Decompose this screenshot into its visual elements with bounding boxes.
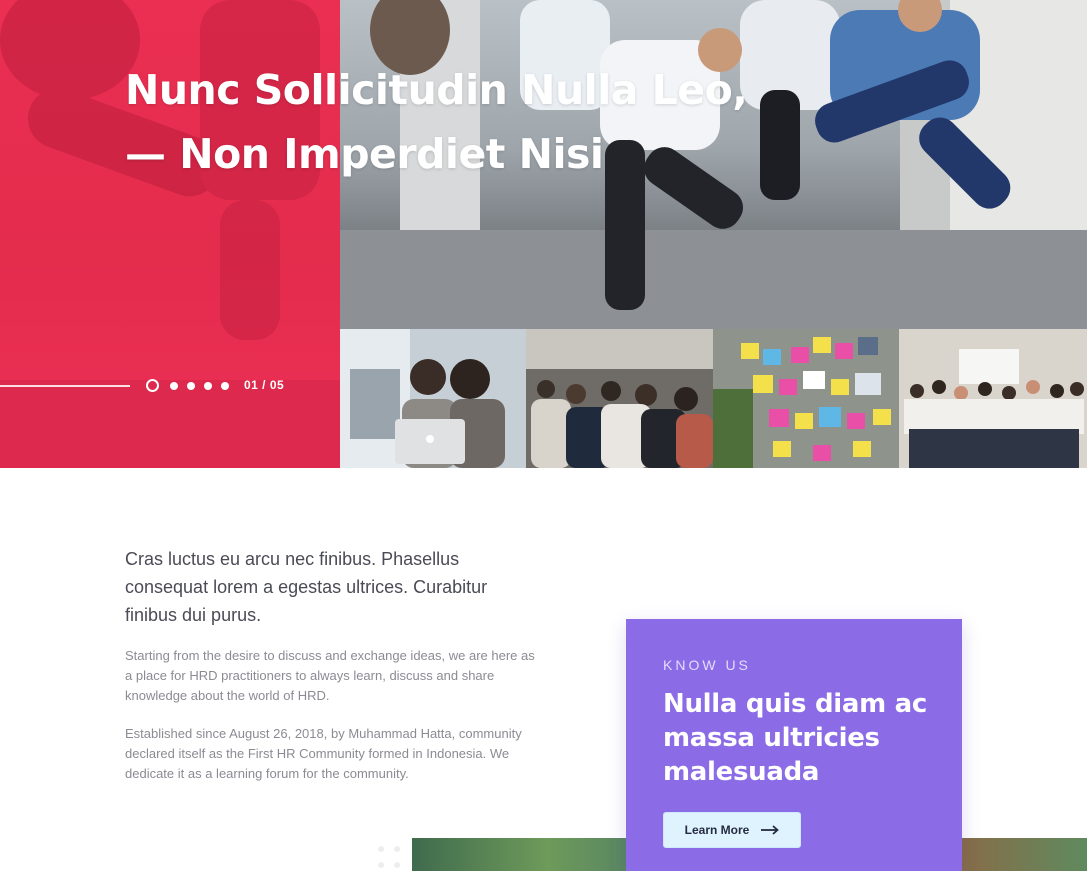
card-heading: Nulla quis diam ac massa ultricies males… — [663, 689, 928, 787]
thumbnail-seated-audience[interactable] — [526, 329, 713, 468]
hero-section: Nunc Sollicitudin Nulla Leo, — Non Imper… — [0, 0, 1087, 468]
arrow-right-icon — [761, 825, 780, 835]
hero-title-line2: — Non Imperdiet Nisi — [125, 130, 604, 178]
thumbnail-group-photo[interactable] — [899, 329, 1087, 468]
slider-dots — [146, 379, 229, 392]
card-eyebrow: KNOW US — [663, 657, 751, 673]
slider-dot-2[interactable] — [170, 381, 178, 390]
thumbnail-strip — [340, 329, 1087, 468]
slider-dot-4[interactable] — [204, 381, 212, 390]
slider-dot-5[interactable] — [221, 381, 229, 390]
hero-title: Nunc Sollicitudin Nulla Leo, — Non Imper… — [125, 58, 748, 186]
intro-paragraph-2: Established since August 26, 2018, by Mu… — [125, 726, 522, 781]
thumbnail-women-with-laptop[interactable] — [340, 329, 526, 468]
thumbnail-sticky-notes-board[interactable] — [713, 329, 899, 468]
slide-counter: 01 / 05 — [244, 378, 285, 392]
learn-more-button[interactable]: Learn More — [663, 812, 801, 848]
hero-title-line1: Nunc Sollicitudin Nulla Leo, — [125, 66, 748, 114]
intro-paragraph-1: Starting from the desire to discuss and … — [125, 648, 535, 703]
slider-dot-3[interactable] — [187, 381, 195, 390]
learn-more-label: Learn More — [684, 823, 750, 837]
slider-dot-1[interactable] — [146, 379, 159, 392]
slider-progress-line — [0, 385, 130, 387]
know-us-card: KNOW US Nulla quis diam ac massa ultrici… — [626, 619, 962, 871]
decorative-dot-pattern — [378, 846, 400, 868]
intro-lead-text: Cras luctus eu arcu nec finibus. Phasell… — [125, 549, 488, 625]
